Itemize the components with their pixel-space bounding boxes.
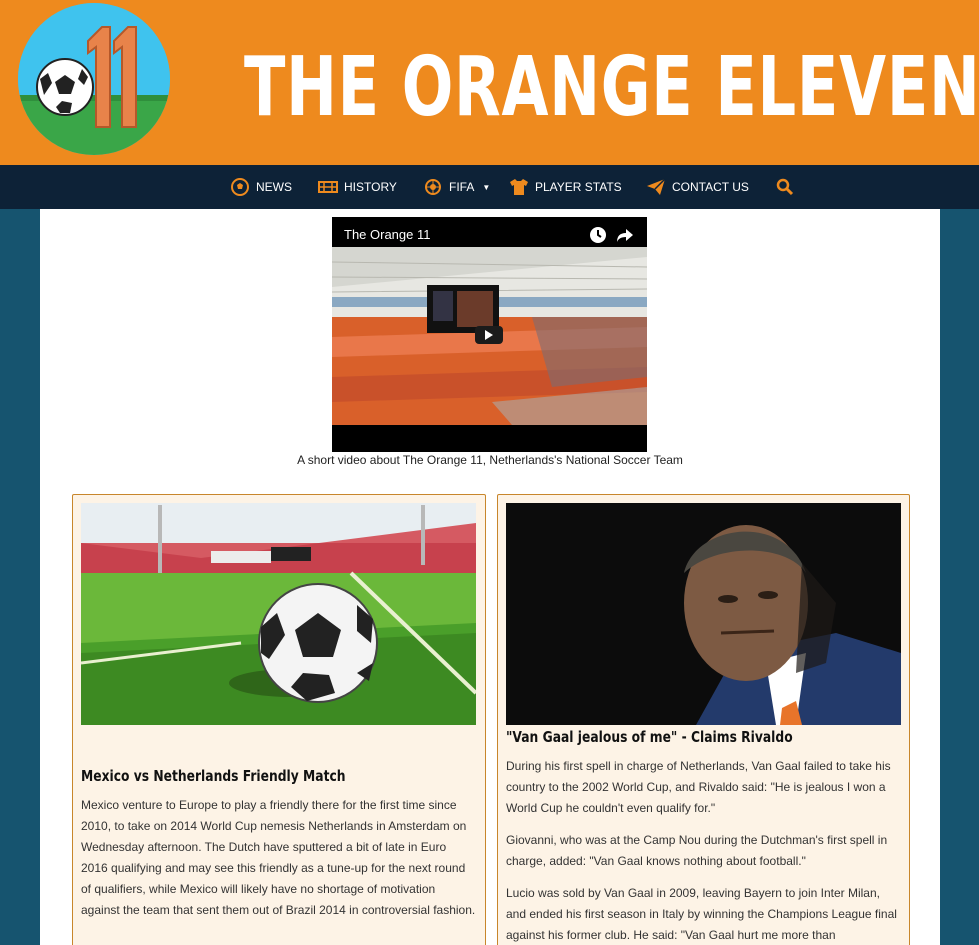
logo-graphic (18, 3, 170, 155)
video-player[interactable]: The Orange 11 (332, 217, 647, 452)
search-icon (776, 178, 794, 196)
nav-item-fifa[interactable]: FIFA ▼ (423, 165, 490, 209)
chevron-down-icon: ▼ (482, 182, 491, 192)
soccer-ball-field-image (81, 503, 476, 725)
clock-icon[interactable] (588, 225, 608, 245)
video-title[interactable]: The Orange 11 (344, 227, 430, 242)
nav-item-history[interactable]: HISTORY (318, 165, 397, 209)
article-card-2: "Van Gaal jealous of me" - Claims Rivald… (497, 494, 910, 945)
article-card-1: Mexico vs Netherlands Friendly Match Mex… (72, 494, 486, 945)
nav-label-history: HISTORY (344, 180, 397, 194)
article-image-van-gaal[interactable] (506, 503, 901, 725)
video-thumbnail (332, 217, 647, 452)
globe-ball-icon (425, 179, 441, 195)
van-gaal-portrait-image (506, 503, 901, 725)
search-button[interactable] (775, 165, 795, 209)
article-title-1[interactable]: Mexico vs Netherlands Friendly Match (81, 767, 346, 785)
nav-label-contact-us: CONTACT US (672, 180, 749, 194)
main-content: The Orange 11 A short video about The Or… (40, 209, 940, 945)
article-body-1: Mexico venture to Europe to play a frien… (81, 795, 476, 932)
nav-item-contact-us[interactable]: CONTACT US (646, 165, 749, 209)
main-nav: NEWS HISTORY FIFA ▼ PLAYER STATS CONTACT… (0, 165, 979, 209)
share-icon[interactable] (615, 225, 635, 245)
article-title-2[interactable]: "Van Gaal jealous of me" - Claims Rivald… (506, 728, 793, 746)
site-header: THE ORANGE ELEVEN (0, 0, 979, 165)
video-caption: A short video about The Orange 11, Nethe… (297, 453, 683, 467)
article-2-paragraph-2: Giovanni, who was at the Camp Nou during… (506, 833, 888, 868)
nav-item-news[interactable]: NEWS (230, 165, 292, 209)
article-2-paragraph-1: During his first spell in charge of Neth… (506, 759, 891, 815)
soccer-ball-icon (231, 178, 249, 196)
site-title[interactable]: THE ORANGE ELEVEN (244, 38, 979, 138)
article-body-2: During his first spell in charge of Neth… (506, 756, 901, 945)
nav-label-fifa: FIFA (449, 180, 475, 194)
site-logo[interactable] (18, 3, 170, 155)
nav-item-player-stats[interactable]: PLAYER STATS (509, 165, 622, 209)
article-2-paragraph-3: Lucio was sold by Van Gaal in 2009, leav… (506, 886, 897, 942)
jersey-icon (510, 179, 528, 195)
article-1-paragraph-1: Mexico venture to Europe to play a frien… (81, 798, 476, 917)
nav-label-player-stats: PLAYER STATS (535, 180, 622, 194)
article-image-soccer-ball[interactable] (81, 503, 476, 725)
stadium-icon (318, 181, 338, 193)
paper-plane-icon (647, 178, 666, 195)
nav-label-news: NEWS (256, 180, 292, 194)
